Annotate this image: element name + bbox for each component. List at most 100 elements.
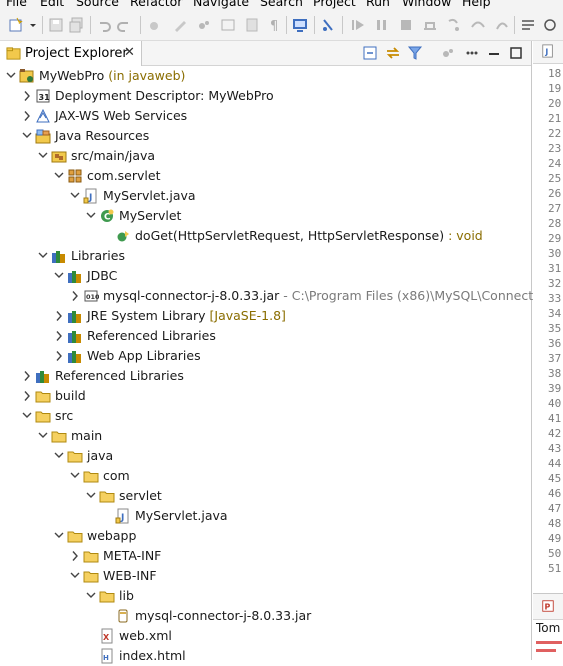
chevron-down-icon[interactable]	[70, 190, 80, 202]
chevron-down-icon[interactable]	[54, 270, 64, 282]
chevron-down-icon[interactable]	[28, 17, 38, 33]
chevron-down-icon[interactable]	[38, 430, 48, 442]
tree-item[interactable]: Xweb.xml	[0, 626, 531, 646]
tree-item[interactable]: JDBC	[0, 266, 531, 286]
maximize-icon[interactable]	[508, 45, 524, 61]
close-icon[interactable]: ✕	[124, 45, 135, 60]
chevron-down-icon[interactable]	[38, 250, 48, 262]
tree-item[interactable]: Java Resources	[0, 126, 531, 146]
tree-item[interactable]: C MyServlet	[0, 206, 531, 226]
chevron-down-icon[interactable]	[70, 570, 80, 582]
tree-item[interactable]: Referenced Libraries	[0, 366, 531, 386]
chevron-down-icon[interactable]	[70, 470, 80, 482]
mark-occurrences-icon[interactable]	[244, 17, 260, 33]
chevron-down-icon[interactable]	[54, 450, 64, 462]
tree-item[interactable]: src	[0, 406, 531, 426]
tree-item[interactable]: java	[0, 446, 531, 466]
tree-item[interactable]: J MyServlet.java	[0, 186, 531, 206]
tree-item[interactable]: doGet(HttpServletRequest, HttpServletRes…	[0, 226, 531, 246]
chevron-right-icon[interactable]	[22, 390, 32, 402]
redo-icon[interactable]	[116, 17, 132, 33]
chevron-down-icon[interactable]	[86, 210, 96, 222]
chevron-right-icon[interactable]	[70, 290, 80, 302]
chevron-right-icon[interactable]	[54, 350, 64, 362]
tree-item[interactable]: Web App Libraries	[0, 346, 531, 366]
filter-icon[interactable]	[407, 45, 423, 61]
tree-item[interactable]: JRE System Library [JavaSE-1.8]	[0, 306, 531, 326]
tree-item[interactable]: lib	[0, 586, 531, 606]
annotation-icon[interactable]	[196, 17, 212, 33]
tree-item[interactable]: src/main/java	[0, 146, 531, 166]
open-type-icon[interactable]	[542, 17, 558, 33]
servers-tab[interactable]: P	[533, 594, 563, 620]
tree-item[interactable]: mysql-connector-j-8.0.33.jar	[0, 606, 531, 626]
chevron-down-icon[interactable]	[54, 530, 64, 542]
undo-icon[interactable]	[96, 17, 112, 33]
tree-item[interactable]: 31 Deployment Descriptor: MyWebPro	[0, 86, 531, 106]
minimize-icon[interactable]	[486, 45, 502, 61]
tree-item[interactable]: MyWebPro (in javaweb)	[0, 66, 531, 86]
resume-icon[interactable]	[350, 17, 366, 33]
chevron-right-icon[interactable]	[54, 310, 64, 322]
menu-search[interactable]: Search	[260, 0, 303, 9]
save-all-icon[interactable]	[68, 17, 84, 33]
menu-edit[interactable]: Edit	[40, 0, 64, 9]
show-whitespace-icon[interactable]: ¶	[266, 17, 282, 33]
tree-item[interactable]: Hindex.html	[0, 646, 531, 666]
tree-item[interactable]: Referenced Libraries	[0, 326, 531, 346]
chevron-right-icon[interactable]	[22, 370, 32, 382]
tree-item[interactable]: 010 mysql-connector-j-8.0.33.jar - C:\Pro…	[0, 286, 554, 306]
outline-icon[interactable]	[520, 17, 536, 33]
suspend-icon[interactable]	[374, 17, 390, 33]
menu-navigate[interactable]: Navigate	[193, 0, 249, 9]
focus-icon[interactable]	[440, 45, 456, 61]
skip-breakpoints-icon[interactable]	[320, 17, 336, 33]
chevron-down-icon[interactable]	[86, 590, 96, 602]
tree-item[interactable]: main	[0, 426, 531, 446]
chevron-right-icon[interactable]	[54, 330, 64, 342]
tree-item[interactable]: Libraries	[0, 246, 531, 266]
menu-help[interactable]: Help	[462, 0, 491, 9]
menu-run[interactable]: Run	[366, 0, 390, 9]
menu-source[interactable]: Source	[76, 0, 119, 9]
view-menu-icon[interactable]	[464, 45, 480, 61]
chevron-right-icon[interactable]	[22, 110, 32, 122]
chevron-down-icon[interactable]	[54, 170, 64, 182]
disconnect-icon[interactable]	[422, 17, 438, 33]
server-entry-label[interactable]: Tom	[536, 621, 560, 635]
tree-item[interactable]: servlet	[0, 486, 531, 506]
chevron-down-icon[interactable]	[6, 70, 16, 82]
chevron-down-icon[interactable]	[38, 150, 48, 162]
chevron-down-icon[interactable]	[22, 410, 32, 422]
edit-icon[interactable]	[172, 17, 188, 33]
collapse-all-icon[interactable]	[362, 45, 378, 61]
console-icon[interactable]	[292, 17, 308, 33]
tree-item[interactable]: com.servlet	[0, 166, 531, 186]
step-over-icon[interactable]	[470, 17, 486, 33]
tree-item[interactable]: META-INF	[0, 546, 531, 566]
menu-refactor[interactable]: Refactor	[130, 0, 182, 9]
chevron-right-icon[interactable]	[70, 550, 80, 562]
debug-icon[interactable]	[146, 17, 162, 33]
menu-project[interactable]: Project	[313, 0, 356, 9]
tree-item[interactable]: JAX-WS Web Services	[0, 106, 531, 126]
tree-item[interactable]: build	[0, 386, 531, 406]
new-icon[interactable]	[8, 17, 24, 33]
tab-project-explorer[interactable]: Project Explorer ✕	[0, 41, 142, 66]
editor-tab[interactable]: J	[533, 41, 563, 64]
menu-window[interactable]: Window	[402, 0, 451, 9]
tree-item[interactable]: com	[0, 466, 531, 486]
terminate-icon[interactable]	[398, 17, 414, 33]
save-icon[interactable]	[48, 17, 64, 33]
chevron-down-icon[interactable]	[86, 490, 96, 502]
step-return-icon[interactable]	[494, 17, 510, 33]
link-with-editor-icon[interactable]	[385, 45, 401, 61]
tree-item[interactable]: WEB-INF	[0, 566, 531, 586]
step-into-icon[interactable]	[446, 17, 462, 33]
tree-item[interactable]: webapp	[0, 526, 531, 546]
toggle-breadcrumb-icon[interactable]	[220, 17, 236, 33]
chevron-right-icon[interactable]	[22, 90, 32, 102]
chevron-down-icon[interactable]	[22, 130, 32, 142]
menu-file[interactable]: File	[6, 0, 27, 9]
tree-item[interactable]: J MyServlet.java	[0, 506, 531, 526]
